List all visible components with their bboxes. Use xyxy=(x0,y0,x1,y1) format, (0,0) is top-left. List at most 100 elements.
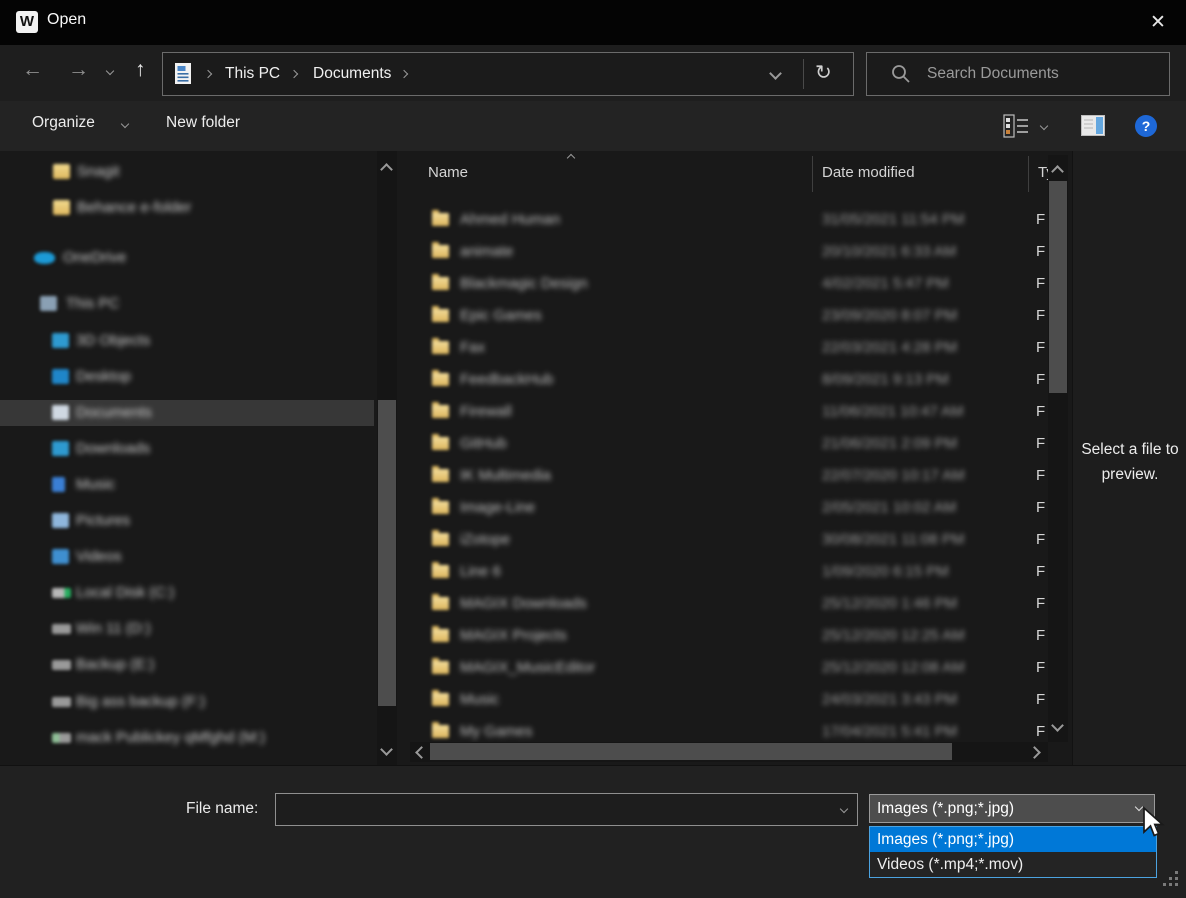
breadcrumb-chevron-icon[interactable] xyxy=(290,70,298,78)
column-divider[interactable] xyxy=(1028,156,1029,192)
file-date: 20/10/2021 6:33 AM xyxy=(822,237,956,267)
recent-locations-chevron-icon[interactable] xyxy=(106,67,114,75)
horizontal-scrollbar[interactable] xyxy=(410,742,1048,762)
file-row[interactable]: GitHub21/06/2021 2:09 PMF xyxy=(410,429,1048,459)
file-row[interactable]: IK Multimedia22/07/2020 10:17 AMF xyxy=(410,461,1048,491)
search-box[interactable] xyxy=(866,52,1170,96)
breadcrumb-chevron-icon[interactable] xyxy=(400,70,408,78)
sidebar-item-label: Backup (E:) xyxy=(76,652,154,678)
address-bar[interactable]: This PC Documents ↻ xyxy=(162,52,854,96)
file-date: 2/05/2021 10:02 AM xyxy=(822,493,956,523)
scrollbar-thumb[interactable] xyxy=(1049,181,1067,393)
file-row[interactable]: Image-Line2/05/2021 10:02 AMF xyxy=(410,493,1048,523)
file-row[interactable]: Fax22/03/2021 4:28 PMF xyxy=(410,333,1048,363)
file-row[interactable]: Music24/03/2021 3:43 PMF xyxy=(410,685,1048,715)
file-name: MAGIX Downloads xyxy=(460,589,587,619)
resize-grip[interactable] xyxy=(1163,871,1166,874)
file-row[interactable]: Ahmed Human31/05/2021 11:54 PMF xyxy=(410,205,1048,235)
view-options-chevron-icon[interactable] xyxy=(1040,122,1048,130)
sidebar-item[interactable]: Snagit xyxy=(0,159,374,185)
address-dropdown-chevron-icon[interactable] xyxy=(769,67,782,80)
pictures-icon xyxy=(52,513,69,528)
scroll-down-icon[interactable] xyxy=(380,743,393,756)
file-row[interactable]: animate20/10/2021 6:33 AMF xyxy=(410,237,1048,267)
sidebar-item-documents[interactable]: Documents xyxy=(0,400,374,426)
file-row[interactable]: Firewall11/06/2021 10:47 AMF xyxy=(410,397,1048,427)
file-row[interactable]: iZotope30/08/2021 11:08 PMF xyxy=(410,525,1048,555)
search-input[interactable] xyxy=(925,53,1159,95)
file-name: Fax xyxy=(460,333,485,363)
folder-icon xyxy=(432,245,449,258)
sidebar-item-local-disk[interactable]: Local Disk (C:) xyxy=(0,580,374,606)
folder-icon xyxy=(432,725,449,738)
breadcrumb-documents[interactable]: Documents xyxy=(313,53,391,95)
help-icon[interactable]: ? xyxy=(1135,115,1157,137)
scroll-down-icon[interactable] xyxy=(1051,719,1064,732)
file-row[interactable]: MAGIX Downloads25/12/2020 1:46 PMF xyxy=(410,589,1048,619)
new-folder-button[interactable]: New folder xyxy=(166,114,240,132)
file-name: Music xyxy=(460,685,499,715)
column-header-name[interactable]: Name xyxy=(428,164,468,181)
folder-icon xyxy=(53,164,70,179)
file-row[interactable]: Epic Games23/09/2020 8:07 PMF xyxy=(410,301,1048,331)
scroll-up-icon[interactable] xyxy=(380,163,393,176)
file-row[interactable]: MAGIX Projects25/12/2020 12:25 AMF xyxy=(410,621,1048,651)
forward-icon[interactable]: → xyxy=(68,58,89,82)
sidebar-item-desktop[interactable]: Desktop xyxy=(0,364,374,390)
file-row[interactable]: My Games17/04/2021 5:41 PMF xyxy=(410,717,1048,742)
sidebar-item-drive-f[interactable]: Big ass backup (F:) xyxy=(0,689,374,715)
column-divider[interactable] xyxy=(812,156,813,192)
drive-icon xyxy=(52,624,71,634)
sidebar-item-this-pc[interactable]: This PC xyxy=(0,291,374,317)
file-type-combobox[interactable]: Images (*.png;*.jpg) xyxy=(869,794,1155,823)
file-row[interactable]: Blackmagic Design4/02/2021 5:47 PMF xyxy=(410,269,1048,299)
breadcrumb-this-pc[interactable]: This PC xyxy=(225,53,280,95)
file-name: IK Multimedia xyxy=(460,461,551,491)
scroll-up-icon[interactable] xyxy=(1051,165,1064,178)
file-date: 25/12/2020 12:08 AM xyxy=(822,653,965,683)
breadcrumb-chevron-icon[interactable] xyxy=(204,70,212,78)
up-icon[interactable]: ↑ xyxy=(135,58,146,82)
file-list-scrollbar[interactable] xyxy=(1048,155,1068,742)
details-view-icon[interactable] xyxy=(1003,114,1029,138)
organize-chevron-icon[interactable] xyxy=(121,120,129,128)
dropdown-option-images[interactable]: Images (*.png;*.jpg) xyxy=(870,827,1156,852)
dropdown-option-videos[interactable]: Videos (*.mp4;*.mov) xyxy=(870,852,1156,877)
sidebar-scrollbar[interactable] xyxy=(377,151,397,765)
sidebar-item-onedrive[interactable]: OneDrive xyxy=(0,245,374,271)
preview-pane-icon[interactable] xyxy=(1081,115,1105,136)
word-app-icon: W xyxy=(16,11,38,33)
scroll-left-icon[interactable] xyxy=(415,746,428,759)
sidebar-item-drive-m[interactable]: mack Publickey qMfghd (M:) xyxy=(0,725,374,751)
organize-button[interactable]: Organize xyxy=(32,114,95,132)
sidebar-item-pictures[interactable]: Pictures xyxy=(0,508,374,534)
scrollbar-thumb[interactable] xyxy=(430,743,952,760)
back-icon[interactable]: ← xyxy=(22,58,43,82)
scrollbar-thumb[interactable] xyxy=(378,400,396,706)
sidebar-item-videos[interactable]: Videos xyxy=(0,544,374,570)
file-row[interactable]: Line 61/09/2020 6:15 PMF xyxy=(410,557,1048,587)
file-row[interactable]: MAGIX_MusicEditor25/12/2020 12:08 AMF xyxy=(410,653,1048,683)
sidebar-item-downloads[interactable]: Downloads xyxy=(0,436,374,462)
navigation-pane: Snagit Behance e-folder OneDrive This PC… xyxy=(0,151,410,765)
sidebar-item-drive-d[interactable]: Win 11 (D:) xyxy=(0,616,374,642)
file-name-field[interactable] xyxy=(275,793,858,826)
column-header-date-modified[interactable]: Date modified xyxy=(822,164,915,181)
sidebar-item-label: Desktop xyxy=(76,364,131,390)
sidebar-item-3d-objects[interactable]: 3D Objects xyxy=(0,328,374,354)
sidebar-item[interactable]: Behance e-folder xyxy=(0,195,374,221)
sidebar-item-label: Music xyxy=(76,472,115,498)
file-date: 31/05/2021 11:54 PM xyxy=(822,205,964,235)
divider xyxy=(803,59,804,89)
sidebar-item-music[interactable]: Music xyxy=(0,472,374,498)
close-button[interactable]: ✕ xyxy=(1143,8,1173,38)
file-row[interactable]: FeedbackHub8/09/2021 9:13 PMF xyxy=(410,365,1048,395)
sidebar-item-drive-e[interactable]: Backup (E:) xyxy=(0,652,374,678)
open-dialog: W Open ✕ ← → ↑ This PC Documents ↻ xyxy=(0,0,1186,897)
file-name-input[interactable] xyxy=(276,794,857,825)
file-type: F xyxy=(1036,205,1045,235)
drive-icon xyxy=(52,588,71,598)
search-icon xyxy=(891,64,911,84)
scroll-right-icon[interactable] xyxy=(1028,746,1041,759)
refresh-icon[interactable]: ↻ xyxy=(815,60,832,85)
